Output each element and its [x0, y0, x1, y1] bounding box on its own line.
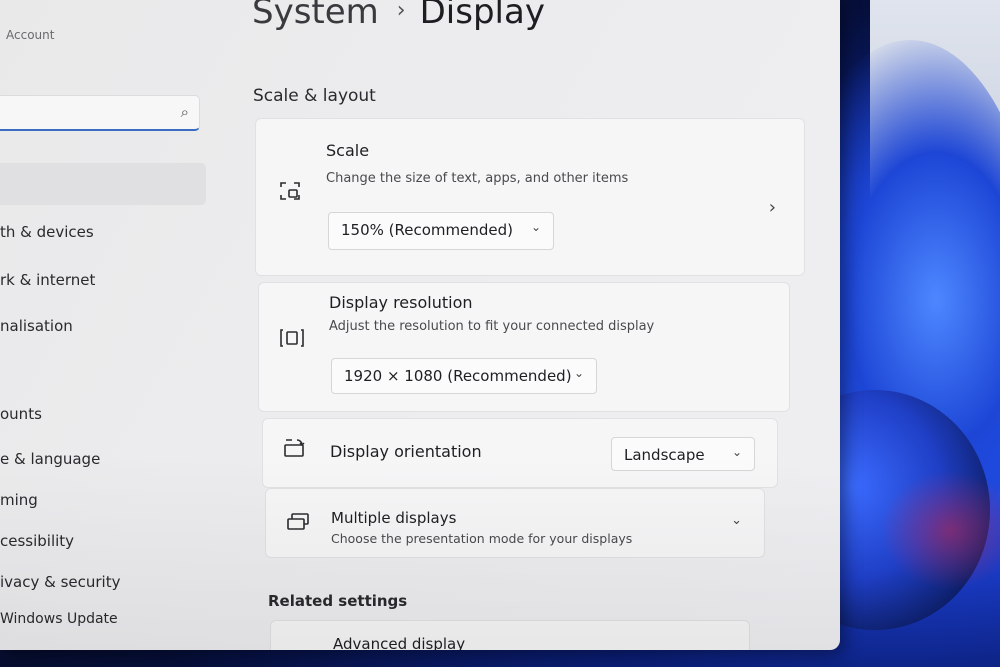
scale-dropdown-value: 150% (Recommended): [341, 221, 513, 239]
related-settings-title: Related settings: [268, 592, 408, 610]
sidebar-item-windows-update[interactable]: Windows Update: [0, 611, 118, 627]
settings-window: Account ⌕ th & devices rk & internet nal…: [0, 0, 840, 650]
sidebar-item-selected[interactable]: [0, 163, 206, 205]
orientation-title: Display orientation: [330, 442, 482, 461]
scale-icon: [280, 182, 300, 200]
multiple-displays-card[interactable]: Multiple displays Choose the presentatio…: [265, 488, 765, 558]
breadcrumb-system[interactable]: System: [252, 0, 379, 32]
sidebar: Account ⌕ th & devices rk & internet nal…: [0, 0, 215, 650]
scale-subtitle: Change the size of text, apps, and other…: [326, 171, 629, 186]
resolution-title: Display resolution: [329, 293, 473, 312]
chevron-down-icon[interactable]: ⌄: [731, 513, 742, 528]
scale-title: Scale: [326, 141, 370, 160]
orientation-icon: [284, 439, 305, 457]
orientation-dropdown[interactable]: Landscape ⌄: [611, 437, 755, 471]
chevron-down-icon: ⌄: [731, 445, 742, 459]
multiple-displays-title: Multiple displays: [331, 509, 457, 527]
display-orientation-card: Display orientation Landscape ⌄: [262, 418, 778, 488]
display-resolution-card: Display resolution Adjust the resolution…: [258, 282, 790, 412]
resolution-icon: [280, 329, 304, 347]
advanced-display-card[interactable]: Advanced display: [270, 620, 750, 650]
section-title-scale-layout: Scale & layout: [253, 86, 376, 106]
multiple-displays-icon: [287, 513, 309, 530]
search-icon[interactable]: ⌕: [181, 103, 189, 121]
chevron-right-icon[interactable]: ›: [769, 197, 776, 218]
sidebar-item-accessibility[interactable]: cessibility: [0, 532, 74, 550]
resolution-dropdown-value: 1920 × 1080 (Recommended): [344, 367, 572, 385]
sidebar-item-bluetooth-devices[interactable]: th & devices: [0, 223, 94, 241]
sidebar-item-network-internet[interactable]: rk & internet: [0, 271, 95, 289]
orientation-dropdown-value: Landscape: [624, 446, 705, 464]
search-input[interactable]: ⌕: [0, 95, 200, 131]
scale-card[interactable]: Scale Change the size of text, apps, and…: [255, 118, 805, 276]
sidebar-item-personalisation[interactable]: nalisation: [0, 317, 73, 335]
page-title: Display: [419, 0, 545, 32]
breadcrumb-separator-icon: ›: [396, 0, 406, 23]
sidebar-item-accounts[interactable]: ounts: [0, 405, 42, 423]
chevron-down-icon: ⌄: [573, 366, 584, 380]
resolution-subtitle: Adjust the resolution to fit your connec…: [329, 319, 655, 334]
account-label: Account: [6, 28, 55, 42]
advanced-display-title: Advanced display: [333, 635, 466, 650]
resolution-dropdown[interactable]: 1920 × 1080 (Recommended) ⌄: [331, 358, 597, 394]
breadcrumb: System › Display: [252, 0, 545, 32]
multiple-displays-subtitle: Choose the presentation mode for your di…: [331, 531, 633, 546]
sidebar-item-gaming[interactable]: ming: [0, 491, 38, 509]
sidebar-item-privacy-security[interactable]: ivacy & security: [0, 573, 120, 591]
chevron-down-icon: ⌄: [530, 220, 541, 234]
sidebar-item-time-language[interactable]: e & language: [0, 450, 100, 468]
scale-dropdown[interactable]: 150% (Recommended) ⌄: [328, 212, 554, 250]
